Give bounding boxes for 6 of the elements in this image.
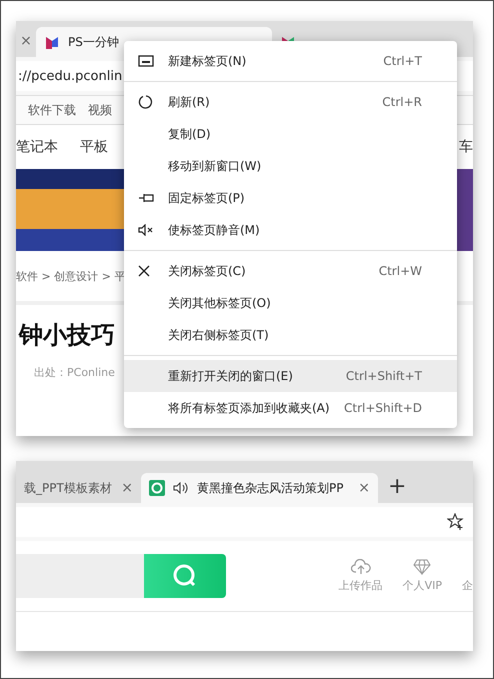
address-text: ://pcedu.pconlin [18, 68, 122, 84]
tab-title: 黄黑撞色杂志风活动策划PP [197, 480, 344, 496]
tab-title: PS一分钟 [68, 34, 120, 50]
headline: 钟小技巧 [19, 320, 115, 351]
tab-title: 载_PPT模板素材 [24, 480, 113, 496]
source-text: 出处：PConline [34, 365, 115, 380]
